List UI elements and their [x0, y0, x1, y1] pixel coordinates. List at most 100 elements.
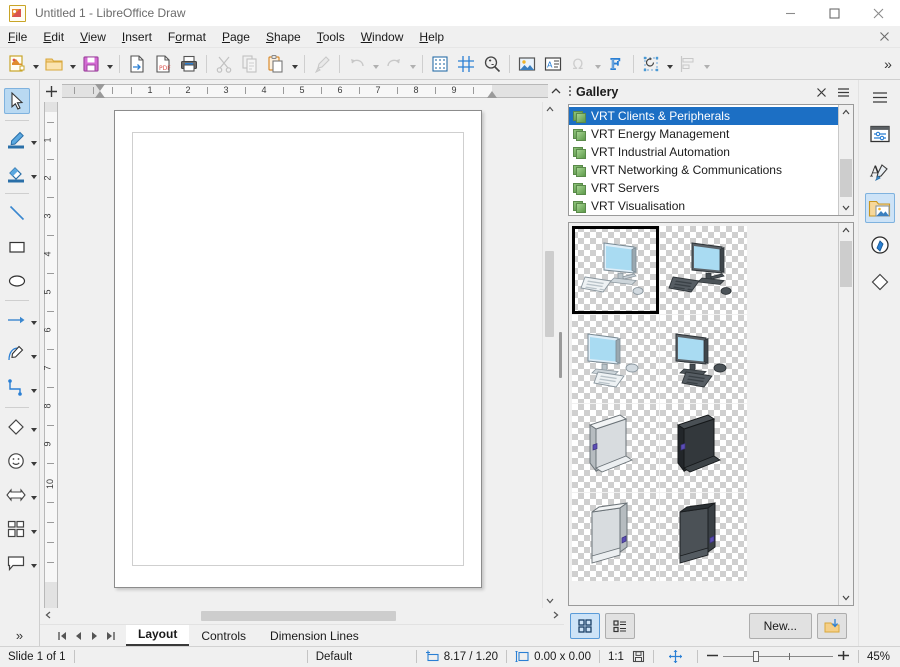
flowchart-grid-icon[interactable] [4, 516, 29, 542]
hamburger-menu-icon[interactable] [832, 81, 854, 103]
menu-file[interactable]: File [0, 26, 35, 48]
hscroll-track[interactable] [56, 610, 548, 622]
panel-grip-icon[interactable] [564, 80, 576, 104]
unsaved-changes-icon[interactable] [632, 647, 645, 667]
diagonal-line-icon[interactable] [4, 200, 30, 226]
scale-factor[interactable]: 1:1 [608, 647, 624, 667]
arrow-line-icon[interactable] [4, 307, 29, 333]
menu-format[interactable]: Format [160, 26, 214, 48]
horizontal-scrollbar[interactable] [40, 608, 564, 624]
scroll-down-icon[interactable] [543, 594, 556, 608]
scroll-up-icon[interactable] [839, 223, 853, 237]
undo-dropdown[interactable] [370, 51, 381, 77]
gallery-theme-servers[interactable]: VRT Servers [569, 179, 838, 197]
gallery-item-pc-tower-dark-1[interactable] [660, 404, 747, 492]
scroll-down-icon[interactable] [839, 591, 853, 605]
first-page-icon[interactable] [54, 626, 70, 646]
tab-dimension-lines[interactable]: Dimension Lines [258, 627, 371, 646]
lines-arrows-dropdown[interactable] [29, 307, 40, 333]
vscroll-thumb[interactable] [545, 251, 554, 337]
thumbnail-scroll-thumb[interactable] [840, 241, 852, 287]
sidebar-settings-icon[interactable] [865, 82, 895, 112]
undo-arrow-icon[interactable] [344, 51, 370, 77]
speech-bubble-icon[interactable] [4, 550, 29, 576]
left-margin-marker[interactable] [95, 84, 106, 98]
maximize-button[interactable] [812, 0, 856, 26]
ellipse-icon[interactable] [4, 268, 30, 294]
icon-view-icon[interactable] [570, 613, 600, 639]
snap-grid-icon[interactable] [453, 51, 479, 77]
double-arrow-icon[interactable] [4, 482, 29, 508]
special-character-dropdown[interactable] [592, 51, 603, 77]
zoom-level[interactable]: 45% [867, 647, 900, 667]
transformations-dropdown[interactable] [664, 51, 675, 77]
redo-dropdown[interactable] [407, 51, 418, 77]
open-folder-icon[interactable] [41, 51, 67, 77]
page-style[interactable]: Default [316, 647, 408, 667]
rotate-object-icon[interactable] [638, 51, 664, 77]
gallery-item-desktop-computer-dark-1[interactable] [660, 226, 747, 314]
gallery-item-desktop-computer-light-2[interactable] [572, 315, 659, 403]
tab-controls[interactable]: Controls [189, 627, 258, 646]
text-box-icon[interactable]: A [540, 51, 566, 77]
zoom-slider-track[interactable] [722, 651, 833, 662]
curve-pen-icon[interactable] [4, 341, 29, 367]
callouts-dropdown[interactable] [29, 550, 40, 576]
vertical-scrollbar[interactable] [542, 102, 556, 608]
horizontal-ruler[interactable]: 1 2 3 4 5 6 7 8 9 [62, 80, 548, 102]
fit-slide-icon[interactable] [668, 647, 683, 667]
picture-icon[interactable] [514, 51, 540, 77]
list-view-icon[interactable] [605, 613, 635, 639]
theme-list-scrollbar[interactable] [838, 105, 853, 215]
close-gallery-icon[interactable] [810, 81, 832, 103]
paste-dropdown[interactable] [289, 51, 300, 77]
last-page-icon[interactable] [102, 626, 118, 646]
styles-brush-icon[interactable]: A [865, 156, 895, 186]
ruler-origin-icon[interactable] [40, 80, 62, 102]
gallery-theme-energy-management[interactable]: VRT Energy Management [569, 125, 838, 143]
new-theme-button[interactable]: New... [748, 613, 812, 639]
compass-icon[interactable] [865, 230, 895, 260]
export-icon[interactable] [124, 51, 150, 77]
scissors-icon[interactable] [211, 51, 237, 77]
thumbnail-scrollbar[interactable] [838, 223, 853, 605]
gallery-item-desktop-computer-dark-2[interactable] [660, 315, 747, 403]
panel-splitter-handle[interactable] [556, 102, 564, 608]
rectangle-icon[interactable] [4, 234, 30, 260]
align-left-objects-icon[interactable] [675, 51, 701, 77]
scroll-right-icon[interactable] [548, 611, 564, 621]
minus-icon[interactable] [706, 651, 719, 663]
flowchart-dropdown[interactable] [29, 516, 40, 542]
connector-dropdown[interactable] [29, 375, 40, 401]
right-margin-marker[interactable] [487, 84, 498, 98]
block-arrows-dropdown[interactable] [29, 482, 40, 508]
line-color-dropdown[interactable] [29, 127, 40, 153]
insert-object-icon[interactable] [817, 613, 847, 639]
open-document-dropdown[interactable] [67, 51, 78, 77]
scroll-up-icon[interactable] [543, 102, 556, 116]
menu-insert[interactable]: Insert [114, 26, 160, 48]
gallery-item-pc-tower-dark-2[interactable] [660, 493, 747, 581]
chevron-up-icon[interactable] [548, 80, 564, 102]
menu-window[interactable]: Window [353, 26, 412, 48]
new-document-dropdown[interactable] [30, 51, 41, 77]
menu-tools[interactable]: Tools [309, 26, 353, 48]
line-color-icon[interactable] [4, 127, 29, 153]
toolbar-overflow-icon[interactable]: » [876, 51, 900, 77]
diamond-shape-icon[interactable] [865, 267, 895, 297]
menu-page[interactable]: Page [214, 26, 258, 48]
minimize-button[interactable] [768, 0, 812, 26]
gallery-item-pc-tower-light-1[interactable] [572, 404, 659, 492]
curves-dropdown[interactable] [29, 341, 40, 367]
printer-icon[interactable] [176, 51, 202, 77]
gallery-folder-icon[interactable] [864, 193, 895, 223]
smiley-face-icon[interactable] [4, 448, 29, 474]
gallery-item-desktop-computer-light-1[interactable] [572, 226, 659, 314]
cursor-arrow-icon[interactable] [3, 88, 30, 114]
hscroll-thumb[interactable] [201, 611, 396, 621]
close-window-button[interactable] [856, 0, 900, 26]
fill-color-icon[interactable] [4, 161, 29, 187]
plus-icon[interactable] [837, 650, 850, 664]
scroll-left-icon[interactable] [40, 611, 56, 621]
zoom-slider[interactable] [706, 650, 850, 664]
